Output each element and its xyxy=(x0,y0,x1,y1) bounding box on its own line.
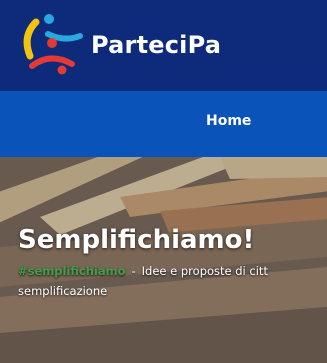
subtitle-line-1: Idee e proposte di citt xyxy=(141,264,268,278)
hero-banner: Semplifichiamo! #semplifichiamo - Idee e p… xyxy=(0,157,327,363)
hashtag-link[interactable]: #semplifichiamo xyxy=(18,264,126,278)
subtitle-line-2: semplificazione xyxy=(18,284,108,298)
hero-background-image xyxy=(0,157,327,363)
nav-item-home[interactable]: Home xyxy=(206,113,251,129)
participa-logo-icon[interactable] xyxy=(18,8,84,80)
hero-subtitle: #semplifichiamo - Idee e proposte di citt … xyxy=(18,261,318,301)
site-header: ParteciPa xyxy=(0,0,327,91)
separator: - xyxy=(131,264,136,278)
main-nav: Home xyxy=(0,91,327,157)
brand-name[interactable]: ParteciPa xyxy=(91,31,221,59)
hero-title: Semplifichiamo! xyxy=(18,225,255,255)
